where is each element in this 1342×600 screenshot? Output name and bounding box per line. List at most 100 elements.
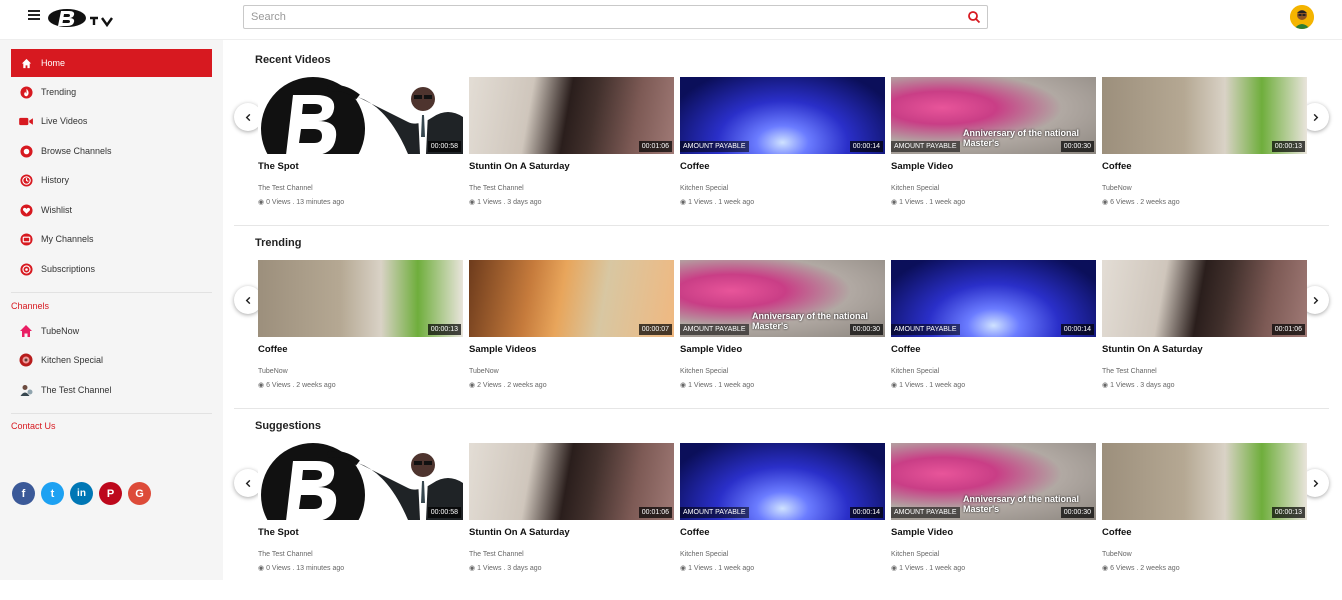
video-channel[interactable]: Kitchen Special xyxy=(680,368,885,375)
video-thumbnail[interactable]: AMOUNT PAYABLE 00:00:14 xyxy=(680,443,885,520)
sidebar-channel-kitchen-special[interactable]: Kitchen Special xyxy=(11,346,212,374)
video-card[interactable]: AMOUNT PAYABLE Anniversary of the nationa… xyxy=(891,77,1096,206)
video-views-age: 6 Views . 2 weeks ago xyxy=(1110,199,1180,206)
video-channel[interactable]: Kitchen Special xyxy=(891,551,1096,558)
sidebar-item-subscriptions[interactable]: Subscriptions xyxy=(11,255,212,283)
facebook-icon[interactable]: f xyxy=(12,482,35,505)
video-title[interactable]: Coffee xyxy=(1102,161,1307,183)
video-title[interactable]: Coffee xyxy=(891,344,1096,366)
history-icon xyxy=(18,172,34,188)
video-title[interactable]: Stuntin On A Saturday xyxy=(469,161,674,183)
video-duration: 00:00:13 xyxy=(1271,507,1305,518)
video-card[interactable]: 00:00:58 The Spot The Test Channel ◉ 0 View… xyxy=(258,77,463,206)
video-channel[interactable]: Kitchen Special xyxy=(891,185,1096,192)
sidebar-item-browse-channels[interactable]: Browse Channels xyxy=(11,137,212,165)
video-channel[interactable]: Kitchen Special xyxy=(680,185,885,192)
video-title[interactable]: Sample Videos xyxy=(469,344,674,366)
video-card[interactable]: 00:01:06 Stuntin On A Saturday The Test Ch… xyxy=(469,77,674,206)
video-thumbnail[interactable]: AMOUNT PAYABLE Anniversary of the nationa… xyxy=(891,443,1096,520)
video-thumbnail[interactable]: AMOUNT PAYABLE Anniversary of the nationa… xyxy=(680,260,885,337)
video-channel[interactable]: TubeNow xyxy=(1102,551,1307,558)
video-title[interactable]: Coffee xyxy=(1102,527,1307,549)
video-card[interactable]: 00:01:06 Stuntin On A Saturday The Test Ch… xyxy=(1102,260,1307,389)
video-title[interactable]: Stuntin On A Saturday xyxy=(469,527,674,549)
video-card[interactable]: AMOUNT PAYABLE Anniversary of the nationa… xyxy=(891,443,1096,572)
sidebar-item-wishlist[interactable]: Wishlist xyxy=(11,196,212,224)
video-channel[interactable]: The Test Channel xyxy=(258,185,463,192)
video-views-age: 1 Views . 1 week ago xyxy=(688,199,755,206)
video-channel[interactable]: TubeNow xyxy=(258,368,463,375)
video-thumbnail[interactable]: 00:00:07 xyxy=(469,260,674,337)
sidebar-channel-the-test-channel[interactable]: The Test Channel xyxy=(11,376,212,404)
sidebar-item-trending[interactable]: Trending xyxy=(11,78,212,106)
home-icon xyxy=(18,55,34,71)
video-thumbnail[interactable]: 00:00:13 xyxy=(1102,77,1307,154)
video-thumbnail[interactable]: 00:00:58 xyxy=(258,443,463,520)
linkedin-icon[interactable]: in xyxy=(70,482,93,505)
video-thumbnail[interactable]: 00:00:13 xyxy=(258,260,463,337)
video-views-age: 6 Views . 2 weeks ago xyxy=(1110,565,1180,572)
video-thumbnail[interactable]: 00:01:06 xyxy=(1102,260,1307,337)
video-title[interactable]: Coffee xyxy=(258,344,463,366)
search-box xyxy=(243,5,988,29)
video-views-age: 1 Views . 1 week ago xyxy=(899,565,966,572)
sidebar-channel-tubenow[interactable]: TubeNow xyxy=(11,317,212,345)
flame-icon xyxy=(18,84,34,100)
sidebar-item-live-videos[interactable]: Live Videos xyxy=(11,107,212,135)
video-thumbnail[interactable]: AMOUNT PAYABLE Anniversary of the nationa… xyxy=(891,77,1096,154)
video-card[interactable]: 00:01:06 Stuntin On A Saturday The Test Ch… xyxy=(469,443,674,572)
video-meta: ◉ 1 Views . 1 week ago xyxy=(680,198,885,206)
sidebar-item-my-channels[interactable]: My Channels xyxy=(11,225,212,253)
video-thumbnail[interactable]: 00:00:58 xyxy=(258,77,463,154)
video-title[interactable]: Coffee xyxy=(680,527,885,549)
sidebar-item-home[interactable]: Home xyxy=(11,49,212,77)
video-thumbnail[interactable]: AMOUNT PAYABLE 00:00:14 xyxy=(891,260,1096,337)
hamburger-menu-icon[interactable] xyxy=(28,10,40,24)
eye-icon: ◉ xyxy=(1102,565,1111,572)
video-channel[interactable]: TubeNow xyxy=(469,368,674,375)
video-channel[interactable]: Kitchen Special xyxy=(891,368,1096,375)
video-card[interactable]: 00:00:58 The Spot The Test Channel ◉ 0 View… xyxy=(258,443,463,572)
sidebar-item-history[interactable]: History xyxy=(11,166,212,194)
video-channel[interactable]: The Test Channel xyxy=(258,551,463,558)
brand-logo[interactable] xyxy=(46,7,132,29)
video-title[interactable]: Sample Video xyxy=(680,344,885,366)
video-duration: 00:00:30 xyxy=(1060,507,1094,518)
sidebar-divider xyxy=(11,413,212,414)
video-thumbnail[interactable]: 00:01:06 xyxy=(469,443,674,520)
video-channel[interactable]: TubeNow xyxy=(1102,185,1307,192)
video-card[interactable]: AMOUNT PAYABLE 00:00:14 Coffee Kitchen Spec… xyxy=(680,77,885,206)
video-title[interactable]: Sample Video xyxy=(891,527,1096,549)
channels-icon xyxy=(18,143,34,159)
video-views-age: 1 Views . 3 days ago xyxy=(1110,382,1175,389)
video-card[interactable]: AMOUNT PAYABLE Anniversary of the nationa… xyxy=(680,260,885,389)
eye-icon: ◉ xyxy=(258,565,267,572)
video-title[interactable]: Sample Video xyxy=(891,161,1096,183)
video-card[interactable]: 00:00:13 Coffee TubeNow ◉ 6 Views . 2 weeks… xyxy=(1102,77,1307,206)
amount-payable-badge: AMOUNT PAYABLE xyxy=(891,141,960,152)
google-icon[interactable]: G xyxy=(128,482,151,505)
video-duration: 00:00:58 xyxy=(427,507,461,518)
user-avatar[interactable] xyxy=(1290,5,1314,29)
video-channel[interactable]: The Test Channel xyxy=(469,551,674,558)
video-channel[interactable]: The Test Channel xyxy=(469,185,674,192)
search-input[interactable] xyxy=(244,6,944,28)
pinterest-icon[interactable]: P xyxy=(99,482,122,505)
twitter-icon[interactable]: t xyxy=(41,482,64,505)
video-title[interactable]: The Spot xyxy=(258,527,463,549)
video-card[interactable]: 00:00:13 Coffee TubeNow ◉ 6 Views . 2 weeks… xyxy=(1102,443,1307,572)
search-icon[interactable] xyxy=(967,10,981,24)
video-thumbnail[interactable]: AMOUNT PAYABLE 00:00:14 xyxy=(680,77,885,154)
video-thumbnail[interactable]: 00:00:13 xyxy=(1102,443,1307,520)
video-title[interactable]: Coffee xyxy=(680,161,885,183)
video-card[interactable]: 00:00:13 Coffee TubeNow ◉ 6 Views . 2 weeks… xyxy=(258,260,463,389)
video-thumbnail[interactable]: 00:01:06 xyxy=(469,77,674,154)
video-views-age: 1 Views . 3 days ago xyxy=(477,565,542,572)
video-title[interactable]: Stuntin On A Saturday xyxy=(1102,344,1307,366)
video-card[interactable]: 00:00:07 Sample Videos TubeNow ◉ 2 Views . … xyxy=(469,260,674,389)
video-card[interactable]: AMOUNT PAYABLE 00:00:14 Coffee Kitchen Spec… xyxy=(891,260,1096,389)
video-card[interactable]: AMOUNT PAYABLE 00:00:14 Coffee Kitchen Spec… xyxy=(680,443,885,572)
video-channel[interactable]: The Test Channel xyxy=(1102,368,1307,375)
video-title[interactable]: The Spot xyxy=(258,161,463,183)
video-channel[interactable]: Kitchen Special xyxy=(680,551,885,558)
